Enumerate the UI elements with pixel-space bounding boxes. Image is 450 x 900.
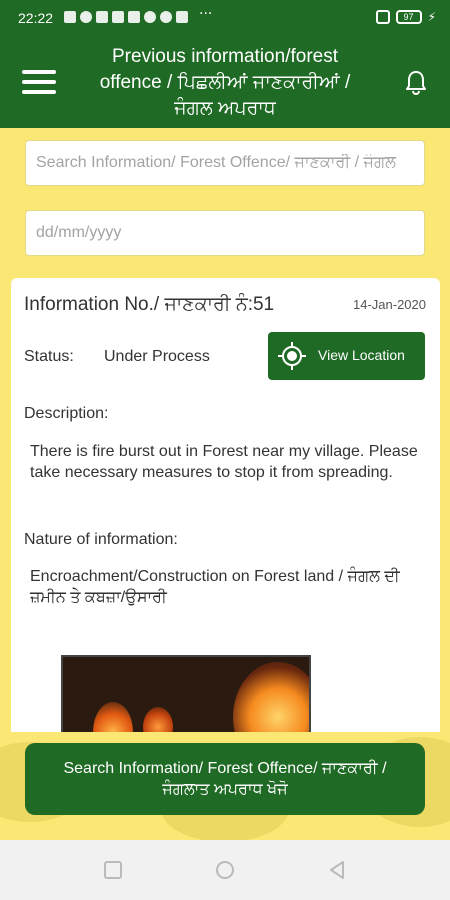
description-text: There is fire burst out in Forest near m… — [30, 443, 418, 481]
information-date: 14-Jan-2020 — [353, 297, 426, 312]
nature-text: Encroachment/Construction on Forest land… — [30, 568, 400, 606]
status-bar: 22:22 ··· 97 ⚡ — [0, 0, 450, 36]
message-icon — [64, 11, 76, 23]
vibrate-icon — [375, 10, 390, 24]
status-time: 22:22 — [18, 10, 54, 26]
nature-label: Nature of information: — [24, 531, 178, 548]
charging-icon: ⚡ — [427, 10, 436, 24]
page-title: Previous information/forest offence / ਪਿ… — [99, 46, 351, 119]
view-location-label: View Location — [318, 347, 405, 363]
information-card: Information No./ ਜਾਣਕਾਰੀ ਨੰ:51 14-Jan-20… — [11, 278, 440, 748]
battery-icon: 97 — [395, 10, 422, 24]
more-notifications-icon: ··· — [199, 6, 213, 22]
signal-icon — [96, 11, 108, 23]
gmail-icon — [160, 11, 172, 23]
app-notification-icon — [176, 11, 188, 23]
description-label: Description: — [24, 405, 109, 422]
search-information-button[interactable]: Search Information/ Forest Offence/ ਜਾਣਕ… — [25, 743, 425, 815]
navigation-bar — [0, 840, 450, 900]
back-nav-icon[interactable] — [327, 860, 347, 880]
signal-icon — [112, 11, 124, 23]
status-label: Status: — [24, 348, 74, 365]
status-value: Under Process — [104, 348, 210, 365]
wifi-icon — [80, 11, 92, 23]
circle-nav-icon[interactable] — [215, 860, 235, 880]
app-notification-icon — [128, 11, 140, 23]
search-button-label: Search Information/ Forest Offence/ ਜਾਣਕ… — [63, 760, 387, 798]
view-location-button[interactable]: View Location — [268, 332, 425, 380]
bell-icon[interactable] — [404, 70, 428, 96]
information-number: Information No./ ਜਾਣਕਾਰੀ ਨੰ:51 — [24, 294, 275, 315]
notification-icons — [64, 11, 188, 23]
system-icons: 97 ⚡ — [375, 10, 436, 24]
facebook-icon — [144, 11, 156, 23]
location-target-icon — [278, 342, 306, 370]
square-nav-icon[interactable] — [103, 860, 123, 880]
search-input[interactable] — [25, 140, 425, 186]
app-bar: Previous information/forest offence / ਪਿ… — [0, 36, 450, 128]
battery-level: 97 — [403, 12, 414, 22]
date-input[interactable] — [25, 210, 425, 256]
menu-icon[interactable] — [22, 70, 56, 96]
